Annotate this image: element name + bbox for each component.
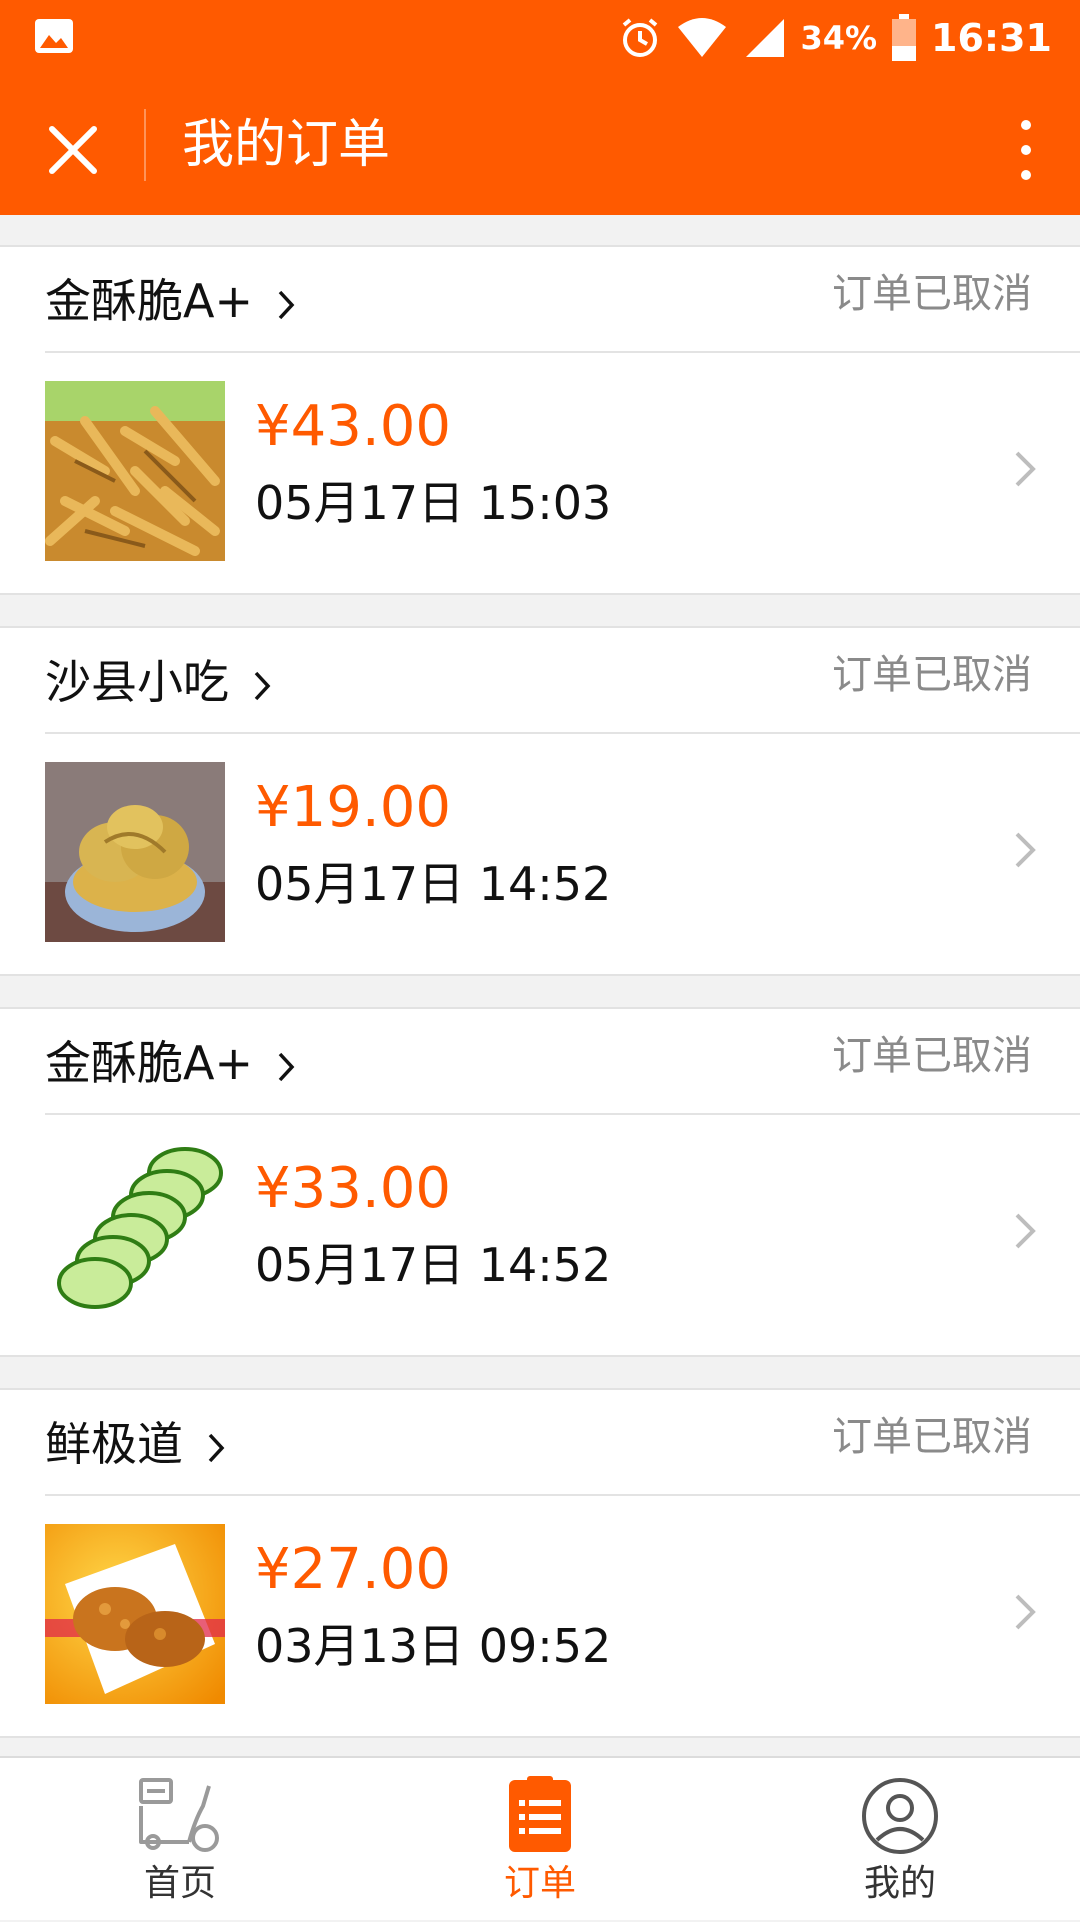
battery-icon — [892, 14, 917, 61]
divider — [45, 1494, 1080, 1496]
order-price: ¥19.00 — [255, 775, 451, 840]
chevron-right-icon — [208, 1433, 225, 1462]
chevron-right-icon — [254, 671, 271, 700]
order-time: 05月17日 14:52 — [255, 1238, 612, 1292]
nav-profile[interactable]: 我的 — [800, 1758, 1000, 1922]
order-price: ¥27.00 — [255, 1537, 451, 1602]
shop-name: 金酥脆A+ — [45, 1036, 254, 1090]
page-title: 我的订单 — [182, 115, 391, 175]
order-status: 订单已取消 — [832, 271, 1032, 317]
order-status: 订单已取消 — [832, 1033, 1032, 1079]
chevron-right-icon — [278, 290, 295, 319]
shop-row[interactable]: 金酥脆A+ 订单已取消 — [0, 1009, 1080, 1113]
close-icon[interactable] — [38, 115, 108, 185]
wifi-icon — [678, 18, 727, 57]
shop-row[interactable]: 沙县小吃 订单已取消 — [0, 628, 1080, 732]
order-price: ¥43.00 — [255, 394, 451, 459]
shop-name-link[interactable]: 金酥脆A+ — [45, 273, 296, 329]
shop-name-link[interactable]: 金酥脆A+ — [45, 1035, 296, 1091]
order-time: 05月17日 15:03 — [255, 476, 612, 530]
shop-name-link[interactable]: 鲜极道 — [45, 1416, 226, 1472]
home-scooter-icon — [139, 1778, 219, 1852]
order-card[interactable]: 金酥脆A+ 订单已取消 ¥33.00 05月17日 14:52 — [0, 1007, 1080, 1357]
shop-name: 沙县小吃 — [45, 655, 229, 709]
chevron-right-icon — [278, 1052, 295, 1081]
food-thumbnail — [45, 1524, 225, 1704]
title-bar: 我的订单 — [0, 75, 1080, 215]
chevron-right-icon[interactable] — [1010, 1590, 1040, 1634]
nav-home-label: 首页 — [143, 1863, 216, 1904]
more-menu-icon[interactable] — [1006, 115, 1046, 185]
title-divider — [144, 109, 146, 181]
battery-percent: 34% — [800, 19, 878, 57]
signal-icon — [746, 19, 785, 57]
user-profile-icon — [862, 1778, 938, 1854]
chevron-right-icon[interactable] — [1010, 1209, 1040, 1253]
divider — [45, 732, 1080, 734]
order-card[interactable]: 沙县小吃 订单已取消 ¥19.00 05月17日 14:52 — [0, 626, 1080, 976]
shop-name-link[interactable]: 沙县小吃 — [45, 654, 272, 710]
order-status: 订单已取消 — [832, 652, 1032, 698]
food-thumbnail — [45, 762, 225, 942]
order-time: 03月13日 09:52 — [255, 1619, 612, 1673]
image-notification-icon — [35, 19, 73, 53]
orders-list-icon — [509, 1776, 571, 1852]
shop-row[interactable]: 金酥脆A+ 订单已取消 — [0, 247, 1080, 351]
chevron-right-icon[interactable] — [1010, 447, 1040, 491]
order-time: 05月17日 14:52 — [255, 857, 612, 911]
nav-home[interactable]: 首页 — [80, 1758, 280, 1922]
order-price: ¥33.00 — [255, 1156, 451, 1221]
food-thumbnail — [45, 1143, 225, 1323]
order-card[interactable]: 金酥脆A+ 订单已取消 ¥43.00 05月17日 15:03 — [0, 245, 1080, 595]
order-card[interactable]: 鲜极道 订单已取消 ¥27.00 03月13日 09:52 — [0, 1388, 1080, 1738]
nav-orders-label: 订单 — [503, 1863, 576, 1904]
shop-name: 金酥脆A+ — [45, 274, 254, 328]
shop-row[interactable]: 鲜极道 订单已取消 — [0, 1390, 1080, 1494]
chevron-right-icon[interactable] — [1010, 828, 1040, 872]
nav-orders[interactable]: 订单 — [440, 1758, 640, 1922]
shop-name: 鲜极道 — [45, 1417, 183, 1471]
status-bar: 34% 16:31 — [0, 0, 1080, 75]
alarm-icon — [623, 18, 658, 57]
clock: 16:31 — [931, 16, 1052, 60]
divider — [45, 351, 1080, 353]
divider — [45, 1113, 1080, 1115]
nav-profile-label: 我的 — [863, 1863, 936, 1904]
food-thumbnail — [45, 381, 225, 561]
order-status: 订单已取消 — [832, 1414, 1032, 1460]
bottom-nav: 首页 订单 我的 — [0, 1756, 1080, 1920]
